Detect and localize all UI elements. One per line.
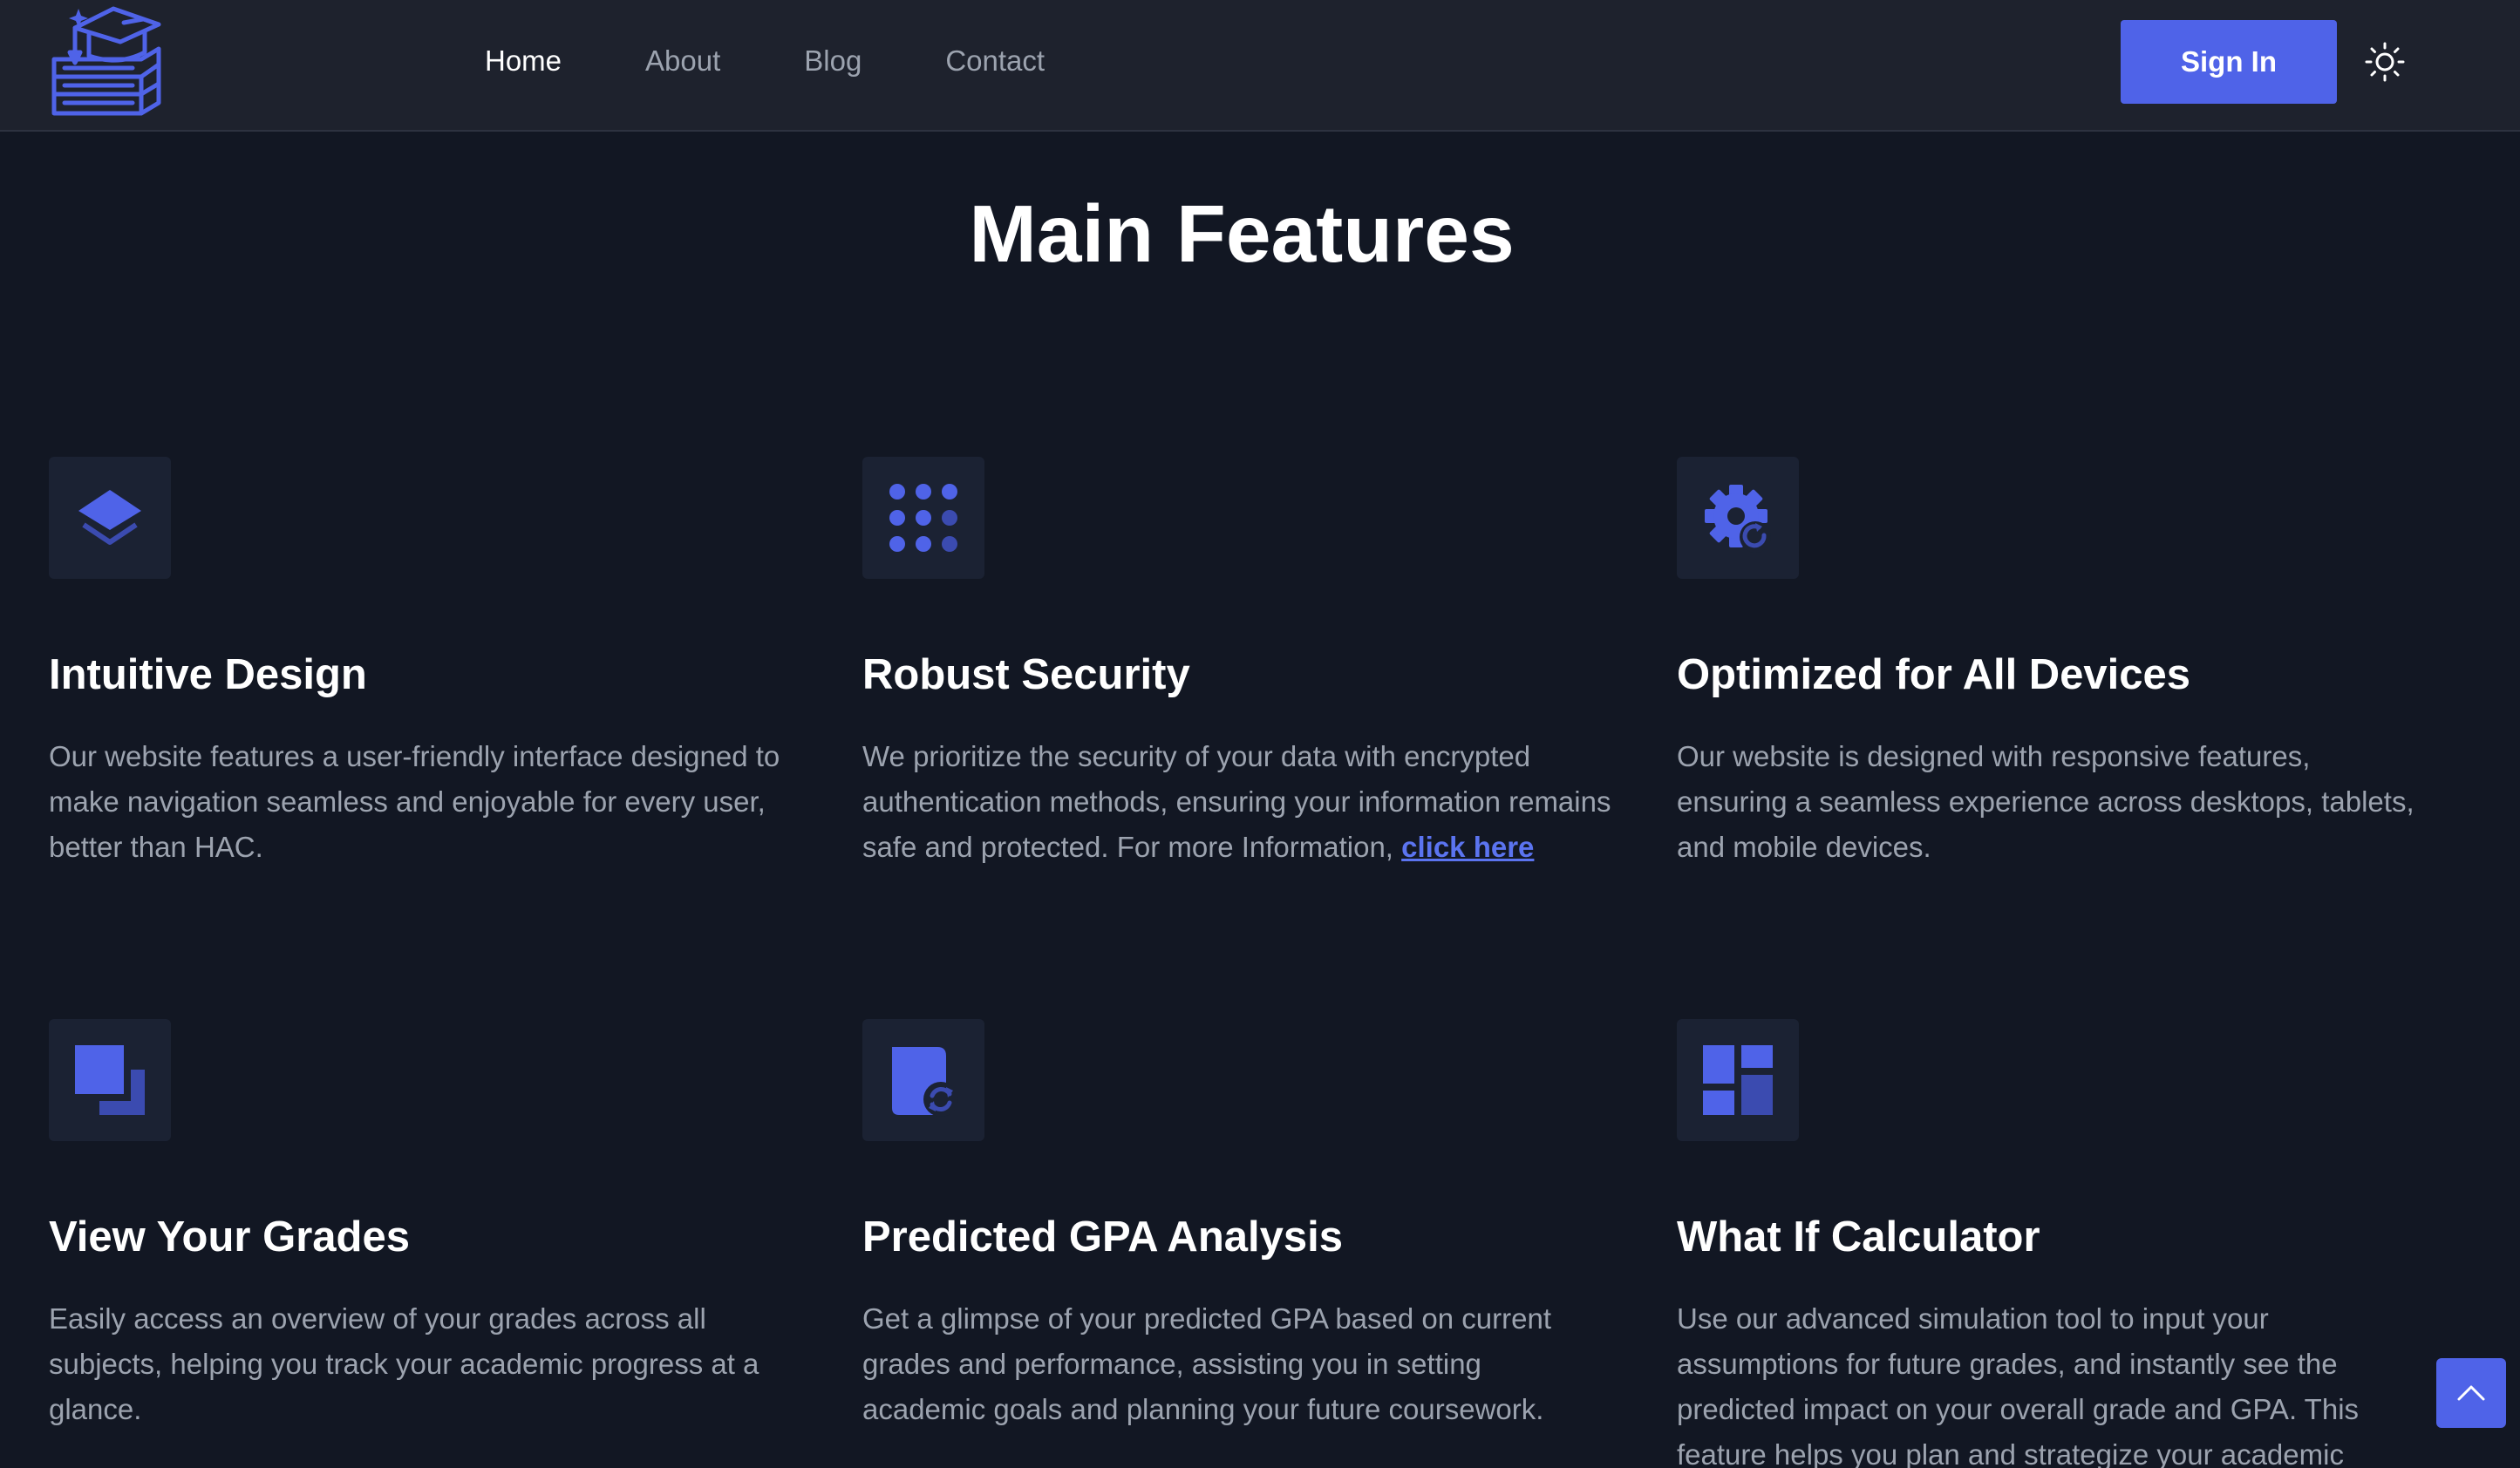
grid-dots-icon <box>889 484 957 552</box>
graduation-books-logo-icon[interactable] <box>45 2 164 120</box>
feature-card-intuitive-design: Intuitive Design Our website features a … <box>49 457 799 870</box>
feature-description: Easily access an overview of your grades… <box>49 1302 759 1425</box>
layers-icon <box>78 490 141 545</box>
feature-icon-box <box>1677 1019 1799 1141</box>
nav-about[interactable]: About <box>645 42 720 80</box>
page: Home About Blog Contact Sign In Main Fea… <box>0 0 2520 1468</box>
feature-card-what-if-calculator: What If Calculator Use our advanced simu… <box>1677 1019 2427 1468</box>
feature-card-optimized-devices: Optimized for All Devices Our website is… <box>1677 457 2427 870</box>
feature-title: View Your Grades <box>49 1213 410 1261</box>
feature-title: Predicted GPA Analysis <box>862 1213 1343 1261</box>
chevron-up-icon <box>2457 1385 2485 1401</box>
feature-icon-box <box>1677 457 1799 579</box>
feature-description: We prioritize the security of your data … <box>862 734 1612 870</box>
nav-blog[interactable]: Blog <box>804 42 862 80</box>
page-title: Main Features <box>969 188 1515 279</box>
feature-card-view-grades: View Your Grades Easily access an overvi… <box>49 1019 799 1432</box>
feature-title: Optimized for All Devices <box>1677 651 2191 698</box>
feature-description: Our website is designed with responsive … <box>1677 740 2414 863</box>
sun-theme-toggle-icon[interactable] <box>2365 42 2405 82</box>
feature-title: Intuitive Design <box>49 651 367 698</box>
feature-icon-box <box>49 1019 171 1141</box>
document-sync-icon <box>892 1047 958 1117</box>
top-navbar: Home About Blog Contact Sign In <box>0 0 2520 132</box>
sign-in-button[interactable]: Sign In <box>2121 20 2337 104</box>
feature-description: Our website features a user-friendly int… <box>49 740 780 863</box>
nav-contact[interactable]: Contact <box>945 42 1045 80</box>
feature-description: Use our advanced simulation tool to inpu… <box>1677 1302 2360 1468</box>
gear-refresh-icon <box>1705 485 1771 553</box>
feature-icon-box <box>862 457 984 579</box>
stacked-squares-icon <box>75 1045 145 1115</box>
dashboard-icon <box>1703 1045 1773 1115</box>
feature-title: What If Calculator <box>1677 1213 2040 1261</box>
feature-icon-box <box>862 1019 984 1141</box>
back-to-top-button[interactable] <box>2436 1358 2506 1428</box>
feature-description: Get a glimpse of your predicted GPA base… <box>862 1302 1551 1425</box>
main-nav: Home About Blog Contact <box>485 42 1128 80</box>
nav-home[interactable]: Home <box>485 42 562 80</box>
feature-card-predicted-gpa: Predicted GPA Analysis Get a glimpse of … <box>862 1019 1612 1432</box>
feature-icon-box <box>49 457 171 579</box>
security-info-link[interactable]: click here <box>1401 831 1534 863</box>
feature-title: Robust Security <box>862 651 1190 698</box>
feature-card-robust-security: Robust Security We prioritize the securi… <box>862 457 1612 870</box>
